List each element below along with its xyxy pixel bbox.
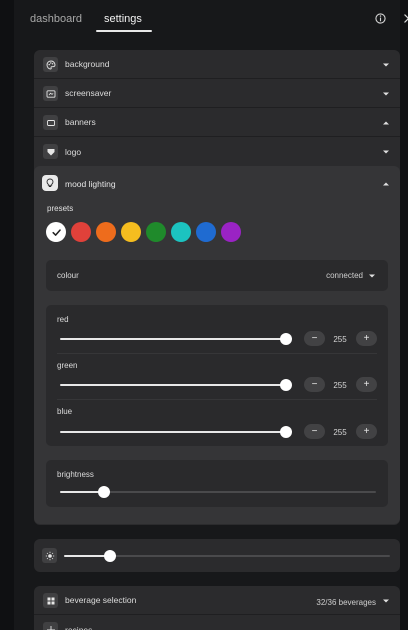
blue-increment-button[interactable]: + <box>356 424 377 439</box>
appearance-settings-card: background screensaver banners logo mood… <box>34 50 400 525</box>
blue-slider-track[interactable] <box>60 431 287 433</box>
beverage-card: beverage selection 32/36 beverages recip… <box>34 586 400 630</box>
chevron-down-icon <box>383 150 389 154</box>
red-slider-track[interactable] <box>60 338 287 340</box>
preset-swatch[interactable] <box>221 222 241 242</box>
rgb-controls: red − 255 + green − 255 + blue − 255 + <box>46 305 388 446</box>
colour-source-select[interactable]: colour connected <box>46 260 388 291</box>
section-banners[interactable]: banners <box>34 108 400 137</box>
section-screensaver[interactable]: screensaver <box>34 79 400 108</box>
green-value: 255 <box>333 381 347 390</box>
green-slider-track[interactable] <box>60 384 287 386</box>
red-value: 255 <box>333 335 347 344</box>
preset-swatch[interactable] <box>171 222 191 242</box>
badge-icon <box>43 144 58 159</box>
red-increment-button[interactable]: + <box>356 331 377 346</box>
preset-swatch[interactable] <box>71 222 91 242</box>
colour-value: connected <box>326 271 363 280</box>
mood-lighting-header[interactable]: mood lighting <box>34 166 400 200</box>
blue-slider-thumb[interactable] <box>280 426 292 438</box>
colour-label: colour <box>57 271 79 280</box>
check-icon <box>51 228 61 236</box>
main-brightness-slider-fill <box>64 555 110 557</box>
divider <box>57 399 377 400</box>
green-decrement-button[interactable]: − <box>304 377 325 392</box>
red-slider-thumb[interactable] <box>280 333 292 345</box>
lightbulb-icon <box>42 175 58 191</box>
move-icon <box>43 622 58 630</box>
sun-icon <box>42 548 57 563</box>
tab-dashboard[interactable]: dashboard <box>30 13 82 25</box>
section-beverage-selection[interactable]: beverage selection 32/36 beverages <box>34 586 400 615</box>
section-label: screensaver <box>65 88 112 98</box>
preset-swatch[interactable] <box>46 222 66 242</box>
brightness-slider-thumb[interactable] <box>98 486 111 498</box>
close-icon[interactable] <box>402 12 408 24</box>
info-icon[interactable] <box>374 12 386 24</box>
section-recipes[interactable]: recipes <box>34 615 400 630</box>
mood-lighting-panel: mood lighting presets colour connected r… <box>34 166 400 524</box>
screensaver-icon <box>43 86 58 101</box>
chevron-down-icon <box>369 274 375 278</box>
blue-value: 255 <box>333 428 347 437</box>
mood-lighting-label: mood lighting <box>65 179 116 189</box>
palette-icon <box>43 57 58 72</box>
red-label: red <box>57 315 69 324</box>
preset-swatch[interactable] <box>196 222 216 242</box>
chevron-up-icon <box>383 182 389 186</box>
settings-header: dashboard settings <box>14 0 408 40</box>
main-brightness-slider-thumb[interactable] <box>103 550 116 562</box>
brightness-control: brightness <box>46 460 388 507</box>
section-label: banners <box>65 117 96 127</box>
blue-decrement-button[interactable]: − <box>304 424 325 439</box>
window-left-edge <box>0 0 14 630</box>
divider <box>57 353 377 354</box>
preset-swatch[interactable] <box>96 222 116 242</box>
banner-icon <box>43 115 58 130</box>
section-logo[interactable]: logo <box>34 137 400 166</box>
section-label: logo <box>65 146 82 157</box>
red-decrement-button[interactable]: − <box>304 331 325 346</box>
tab-settings[interactable]: settings <box>104 13 142 25</box>
active-tab-indicator <box>96 30 152 32</box>
window-right-edge <box>400 0 408 630</box>
chevron-down-icon <box>383 63 389 67</box>
presets-label: presets <box>47 204 74 213</box>
section-label: recipes <box>65 624 93 630</box>
green-label: green <box>57 361 78 370</box>
section-label: beverage selection <box>65 595 137 605</box>
chevron-down-icon <box>383 92 389 96</box>
section-background[interactable]: background <box>34 50 400 79</box>
blue-label: blue <box>57 407 73 416</box>
preset-swatch[interactable] <box>146 222 166 242</box>
section-label: background <box>65 59 110 69</box>
chevron-up-icon <box>383 121 389 125</box>
preset-swatch[interactable] <box>121 222 141 242</box>
main-brightness-card <box>34 539 400 572</box>
chevron-down-icon <box>383 599 389 603</box>
beverage-count: 32/36 beverages <box>316 598 376 607</box>
green-increment-button[interactable]: + <box>356 377 377 392</box>
brightness-label: brightness <box>57 470 94 479</box>
green-slider-thumb[interactable] <box>280 379 292 391</box>
grid-icon <box>43 593 58 608</box>
